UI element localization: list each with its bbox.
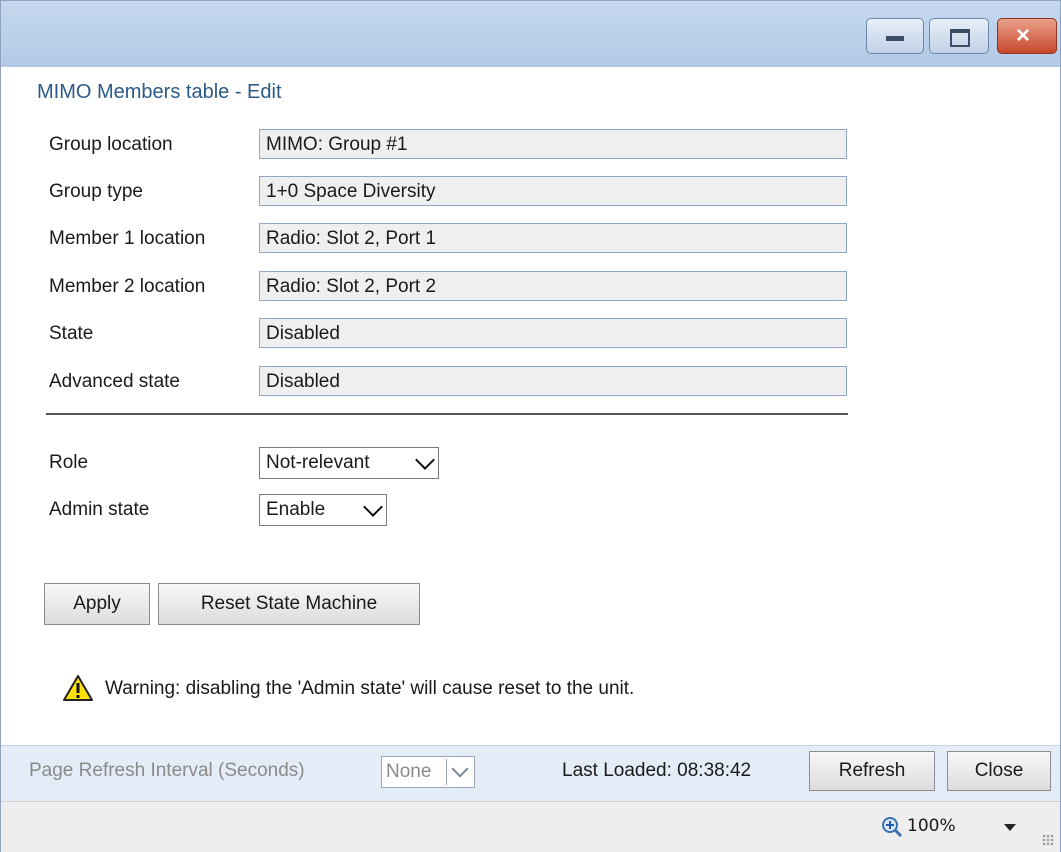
close-icon: × [1016,22,1031,49]
status-bar: 100% [1,801,1060,852]
footer-bar: Page Refresh Interval (Seconds) None Las… [1,745,1060,801]
role-select-value: Not-relevant [266,452,370,473]
role-select[interactable]: Not-relevant [259,447,439,479]
group-location-field: MIMO: Group #1 [259,129,847,159]
admin-state-select[interactable]: Enable [259,494,387,526]
field-label: Member 2 location [49,276,206,297]
admin-state-select-value: Enable [266,499,326,520]
chevron-down-icon [446,759,472,785]
refresh-button[interactable]: Refresh [809,751,935,791]
field-label: State [49,323,94,344]
admin-state-label: Admin state [49,499,150,520]
group-type-field: 1+0 Space Diversity [259,176,847,206]
advanced-state-field: Disabled [259,366,847,396]
field-label: Advanced state [49,371,180,392]
restore-icon [950,29,970,47]
apply-button[interactable]: Apply [44,583,150,625]
title-bar[interactable]: × [1,1,1060,67]
member-1-location-field: Radio: Slot 2, Port 1 [259,223,847,253]
reset-state-machine-button[interactable]: Reset State Machine [158,583,420,625]
warning-icon [63,675,93,701]
field-label: Group location [49,134,173,155]
page-title: MIMO Members table - Edit [37,81,282,103]
dialog-window: × MIMO Members table - Edit Group locati… [0,0,1061,852]
member-2-location-field: Radio: Slot 2, Port 2 [259,271,847,301]
refresh-interval-select[interactable]: None [381,756,475,788]
field-label: Group type [49,181,143,202]
role-label: Role [49,452,89,473]
chevron-down-icon [415,450,435,470]
last-loaded-text: Last Loaded: 08:38:42 [562,760,752,781]
chevron-down-icon [363,497,383,517]
maximize-button[interactable] [929,18,989,54]
zoom-level: 100% [907,816,956,836]
zoom-dropdown-icon[interactable] [1004,824,1016,831]
state-field: Disabled [259,318,847,348]
divider [46,413,848,415]
refresh-interval-value: None [386,761,432,782]
close-button[interactable]: Close [947,751,1051,791]
zoom-in-icon[interactable] [881,816,903,838]
close-window-button[interactable]: × [997,18,1057,54]
minimize-icon [886,36,904,41]
warning-message: Warning: disabling the 'Admin state' wil… [105,678,635,699]
resize-grip-icon[interactable] [1042,834,1054,846]
minimize-button[interactable] [866,18,924,54]
field-label: Member 1 location [49,228,206,249]
refresh-interval-label: Page Refresh Interval (Seconds) [29,760,305,781]
